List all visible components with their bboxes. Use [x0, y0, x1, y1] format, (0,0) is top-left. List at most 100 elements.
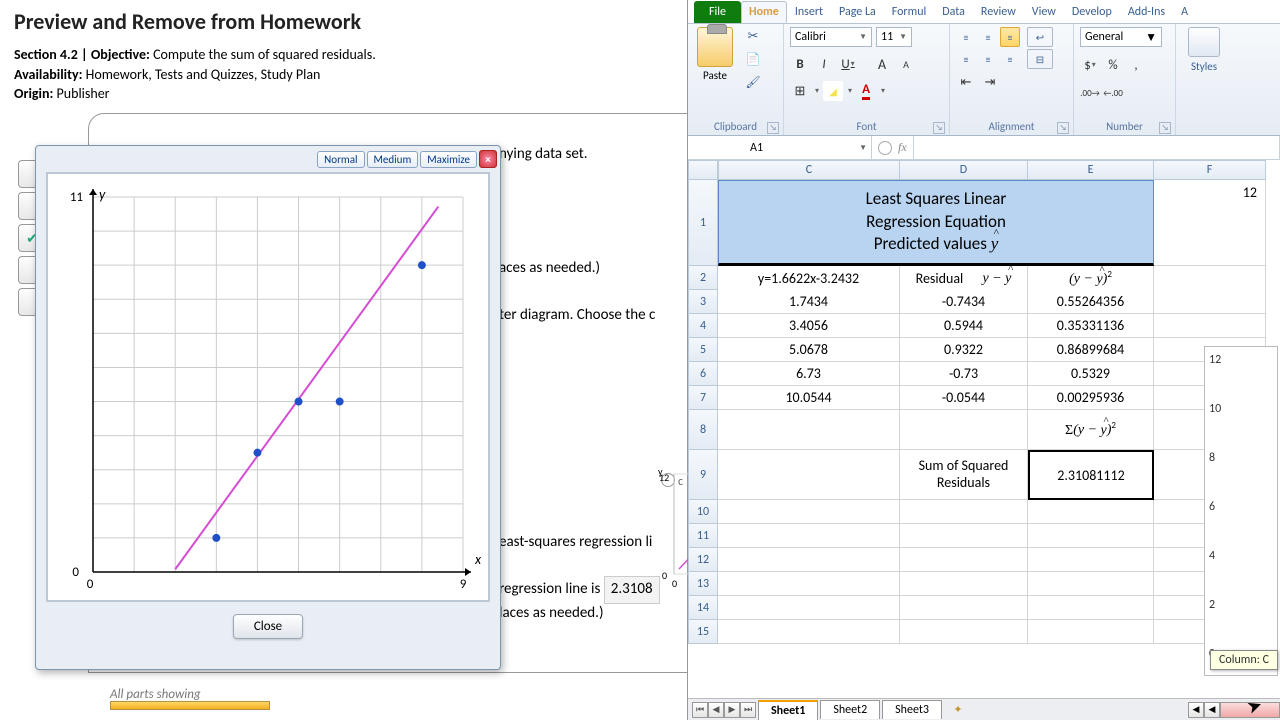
align-center-icon[interactable]: ≡	[978, 49, 998, 69]
percent-icon[interactable]: %	[1103, 55, 1123, 75]
italic-button[interactable]: I	[814, 54, 834, 74]
cell-f3[interactable]	[1154, 290, 1266, 314]
cell-residual-header[interactable]: Residual y − y	[900, 266, 1028, 292]
sheet-nav-first-icon[interactable]: ⏮	[692, 702, 708, 718]
cell-d3[interactable]: -0.7434	[900, 290, 1028, 314]
tab-formulas[interactable]: Formul	[884, 1, 935, 23]
cut-icon[interactable]	[742, 27, 764, 45]
row-header-4[interactable]: 4	[688, 314, 718, 338]
sheet-nav-last-icon[interactable]: ⏭	[740, 702, 756, 718]
row-header-3[interactable]: 3	[688, 290, 718, 314]
name-box[interactable]: A1▼	[688, 136, 872, 159]
sheet-nav-prev-icon[interactable]: ◀	[708, 702, 724, 718]
row-header-7[interactable]: 7	[688, 386, 718, 410]
number-launcher-icon[interactable]: ↘	[1159, 122, 1171, 134]
row-header-14[interactable]: 14	[688, 596, 718, 620]
tab-extra[interactable]: A	[1173, 1, 1196, 23]
header-merged-cell[interactable]: Least Squares LinearRegression Equation …	[718, 180, 1154, 266]
font-color-icon[interactable]	[856, 81, 876, 101]
col-header-c[interactable]: C	[718, 160, 900, 180]
increase-decimal-icon[interactable]: .00→	[1080, 83, 1100, 103]
tab-home[interactable]: Home	[741, 1, 787, 23]
alignment-launcher-icon[interactable]: ↘	[1057, 122, 1069, 134]
sum-label[interactable]: Sum of SquaredResiduals	[900, 450, 1028, 500]
fx-cancel-icon[interactable]	[878, 141, 892, 155]
paste-icon[interactable]	[697, 27, 733, 67]
cell-e5[interactable]: 0.86899684	[1028, 338, 1154, 362]
cell-sq-header[interactable]: (y − y)2	[1028, 266, 1154, 292]
increase-indent-icon[interactable]: ⇥	[980, 72, 1000, 92]
bold-button[interactable]: B	[790, 54, 810, 74]
row-header-10[interactable]: 10	[688, 500, 718, 524]
hscroll-left2-icon[interactable]: ◀	[1204, 702, 1220, 718]
select-all-corner[interactable]	[688, 160, 718, 180]
tab-insert[interactable]: Insert	[787, 1, 831, 23]
cell-f2[interactable]	[1154, 266, 1266, 292]
popup-maximize-button[interactable]: Maximize	[420, 151, 477, 168]
decrease-indent-icon[interactable]: ⇤	[956, 72, 976, 92]
hscroll-left-icon[interactable]: ◀	[1188, 702, 1204, 718]
tab-view[interactable]: View	[1024, 1, 1064, 23]
currency-icon[interactable]: $▾	[1080, 55, 1100, 75]
col-header-d[interactable]: D	[900, 160, 1028, 180]
cell-sigma[interactable]: (y − y)2	[1028, 410, 1154, 450]
cell-d4[interactable]: 0.5944	[900, 314, 1028, 338]
align-top-center-icon[interactable]: ≡	[978, 27, 998, 47]
font-launcher-icon[interactable]: ↘	[933, 122, 945, 134]
popup-normal-button[interactable]: Normal	[317, 151, 364, 168]
cell-d6[interactable]: -0.73	[900, 362, 1028, 386]
popup-close-icon[interactable]: ×	[479, 150, 497, 168]
copy-icon[interactable]	[742, 50, 764, 68]
clipboard-launcher-icon[interactable]: ↘	[767, 122, 779, 134]
decrease-font-icon[interactable]: A	[896, 54, 916, 74]
tab-page-layout[interactable]: Page La	[831, 1, 884, 23]
format-painter-icon[interactable]	[742, 73, 764, 91]
borders-icon[interactable]	[790, 81, 810, 101]
tab-file[interactable]: File	[694, 1, 741, 23]
sum-value[interactable]: 2.31081112	[1028, 450, 1154, 500]
col-header-f[interactable]: F	[1154, 160, 1266, 180]
row-header-1[interactable]: 1	[688, 180, 718, 266]
row-header-11[interactable]: 11	[688, 524, 718, 548]
increase-font-icon[interactable]: A	[872, 54, 892, 74]
cell-e4[interactable]: 0.35331136	[1028, 314, 1154, 338]
formula-bar[interactable]	[913, 136, 1280, 159]
number-format-combo[interactable]: General▼	[1080, 27, 1162, 47]
wrap-text-icon[interactable]: ↩	[1027, 27, 1053, 47]
cell-c6[interactable]: 6.73	[718, 362, 900, 386]
sheet-tab-1[interactable]: Sheet1	[758, 700, 818, 720]
hscroll-thumb[interactable]	[1220, 702, 1280, 718]
popup-close-button[interactable]: Close	[233, 614, 303, 639]
merge-center-icon[interactable]: ⊟	[1027, 49, 1053, 69]
row-header-15[interactable]: 15	[688, 620, 718, 644]
cell-d5[interactable]: 0.9322	[900, 338, 1028, 362]
row-header-12[interactable]: 12	[688, 548, 718, 572]
cell-d7[interactable]: -0.0544	[900, 386, 1028, 410]
row-header-2[interactable]: 2	[688, 266, 718, 290]
popup-medium-button[interactable]: Medium	[367, 151, 419, 168]
align-top-left-icon[interactable]: ≡	[956, 27, 976, 47]
decrease-decimal-icon[interactable]: ←.00	[1103, 83, 1123, 103]
sheet-nav-next-icon[interactable]: ▶	[724, 702, 740, 718]
row-header-9[interactable]: 9	[688, 450, 718, 500]
row-header-13[interactable]: 13	[688, 572, 718, 596]
cell-equation[interactable]: y=1.6622x-3.2432	[718, 266, 900, 292]
styles-button[interactable]: Styles	[1182, 27, 1226, 73]
sheet-tab-2[interactable]: Sheet2	[820, 700, 880, 719]
row-header-8[interactable]: 8	[688, 410, 718, 450]
embedded-chart-fragment[interactable]: 12 10 8 6 4 2 0 0	[1204, 346, 1278, 676]
comma-icon[interactable]: ,	[1126, 55, 1146, 75]
font-name-combo[interactable]: Calibri▼	[790, 27, 872, 47]
fill-color-icon[interactable]	[823, 81, 843, 101]
col-header-e[interactable]: E	[1028, 160, 1154, 180]
cell-e6[interactable]: 0.5329	[1028, 362, 1154, 386]
cell-e7[interactable]: 0.00295936	[1028, 386, 1154, 410]
cell-c5[interactable]: 5.0678	[718, 338, 900, 362]
cell-c7[interactable]: 10.0544	[718, 386, 900, 410]
cell-c3[interactable]: 1.7434	[718, 290, 900, 314]
sheet-tab-3[interactable]: Sheet3	[882, 700, 942, 719]
paste-button[interactable]: Paste	[703, 69, 727, 82]
row-header-5[interactable]: 5	[688, 338, 718, 362]
font-size-combo[interactable]: 11▼	[876, 27, 912, 47]
align-left-icon[interactable]: ≡	[956, 49, 976, 69]
